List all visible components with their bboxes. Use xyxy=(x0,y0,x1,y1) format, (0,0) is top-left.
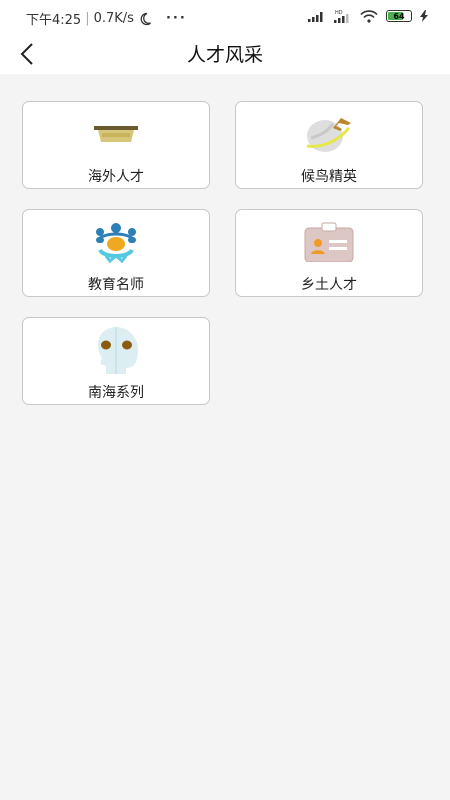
wifi-icon xyxy=(360,9,378,23)
battery-level: 64 xyxy=(393,11,405,21)
id-card-icon xyxy=(304,222,354,262)
more-dots-icon: ··· xyxy=(165,11,187,26)
category-card-local[interactable]: 乡土人才 xyxy=(235,209,423,297)
signal-icon xyxy=(308,12,323,22)
app-header: 人才风采 xyxy=(0,34,450,74)
category-label: 候鸟精英 xyxy=(301,169,357,185)
category-card-teachers[interactable]: 教育名师 xyxy=(22,209,210,297)
status-bar: 下午4:25 | 0.7K/s ··· HD 64 xyxy=(0,0,450,34)
moon-icon xyxy=(140,12,151,25)
head-profile-icon xyxy=(98,327,138,374)
svg-text:HD: HD xyxy=(335,10,343,16)
category-label: 教育名师 xyxy=(88,277,144,293)
signal-hd-icon: HD xyxy=(334,10,349,23)
status-separator: | xyxy=(85,11,90,26)
overseas-icon xyxy=(94,126,138,142)
migratory-plane-icon xyxy=(306,118,351,152)
page-title: 人才风采 xyxy=(186,44,263,66)
battery-icon: 64 xyxy=(386,10,412,22)
category-label: 乡土人才 xyxy=(301,277,357,293)
charging-icon xyxy=(420,10,428,22)
category-card-migratory[interactable]: 候鸟精英 xyxy=(235,101,423,189)
status-time: 下午4:25 xyxy=(26,13,82,28)
status-network-speed: 0.7K/s xyxy=(93,11,134,26)
teachers-group-icon xyxy=(96,223,136,264)
category-label: 海外人才 xyxy=(88,169,144,185)
category-card-overseas[interactable]: 海外人才 xyxy=(22,101,210,189)
category-label: 南海系列 xyxy=(88,385,144,401)
category-card-nanhai[interactable]: 南海系列 xyxy=(22,317,210,405)
